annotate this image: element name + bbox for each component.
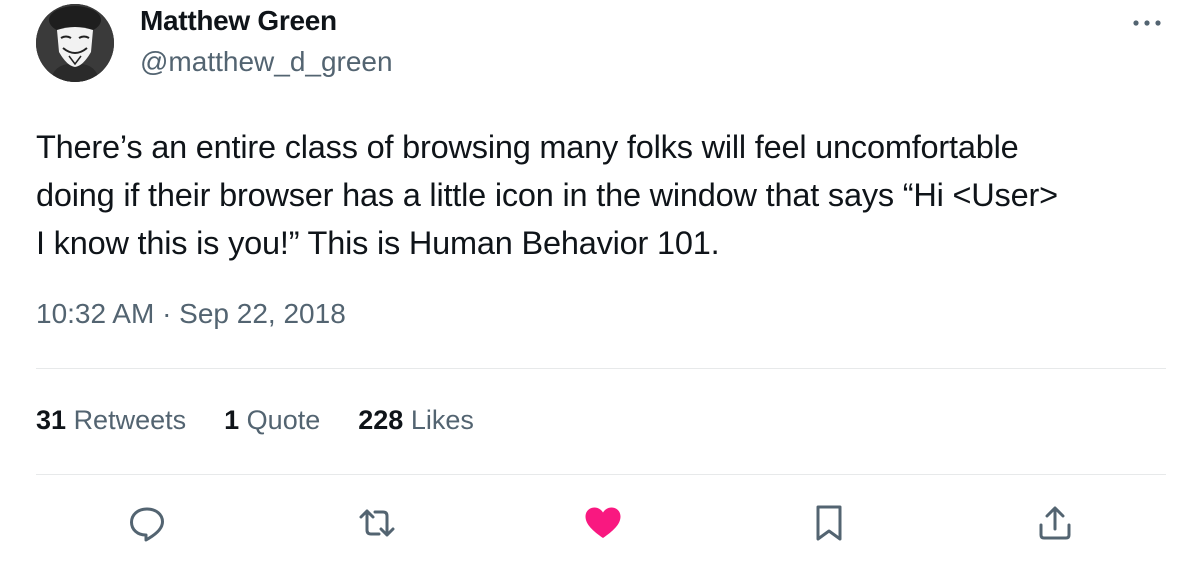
likes-label: Likes bbox=[410, 405, 474, 435]
tweet-text: There’s an entire class of browsing many… bbox=[36, 123, 1176, 267]
quotes-count: 1 bbox=[224, 405, 240, 435]
tweet-card: Matthew Green @matthew_d_green There’s a… bbox=[0, 0, 1202, 574]
retweets-count: 31 bbox=[36, 405, 67, 435]
likes-count: 228 bbox=[358, 405, 404, 435]
reply-button[interactable] bbox=[124, 500, 170, 546]
tweet-text-line: There’s an entire class of browsing many… bbox=[36, 129, 1019, 165]
divider bbox=[36, 474, 1166, 475]
divider bbox=[36, 368, 1166, 369]
quotes-label: Quote bbox=[246, 405, 321, 435]
tweet-timestamp[interactable]: 10:32 AM · Sep 22, 2018 bbox=[36, 298, 346, 330]
quotes-stat[interactable]: 1 Quote bbox=[224, 405, 320, 436]
tweet-stats: 31 Retweets 1 Quote 228 Likes bbox=[36, 405, 474, 436]
retweets-label: Retweets bbox=[73, 405, 187, 435]
likes-stat[interactable]: 228 Likes bbox=[358, 405, 474, 436]
author-handle[interactable]: @matthew_d_green bbox=[140, 46, 393, 78]
like-button[interactable] bbox=[580, 500, 626, 546]
share-icon bbox=[1039, 506, 1071, 540]
tweet-text-line: doing if their browser has a little icon… bbox=[36, 177, 1058, 213]
tweet-text-line: I know this is you!” This is Human Behav… bbox=[36, 225, 720, 261]
avatar-mask-icon bbox=[36, 4, 114, 82]
more-options-button[interactable] bbox=[1128, 10, 1168, 36]
share-button[interactable] bbox=[1032, 500, 1078, 546]
retweets-stat[interactable]: 31 Retweets bbox=[36, 405, 186, 436]
bookmark-button[interactable] bbox=[806, 500, 852, 546]
avatar[interactable] bbox=[36, 4, 114, 82]
more-icon bbox=[1133, 20, 1161, 26]
bookmark-icon bbox=[816, 505, 842, 541]
heart-icon bbox=[585, 507, 621, 538]
author-name[interactable]: Matthew Green bbox=[140, 5, 337, 37]
retweet-button[interactable] bbox=[354, 500, 400, 546]
retweet-icon bbox=[359, 509, 395, 537]
reply-icon bbox=[130, 507, 164, 542]
